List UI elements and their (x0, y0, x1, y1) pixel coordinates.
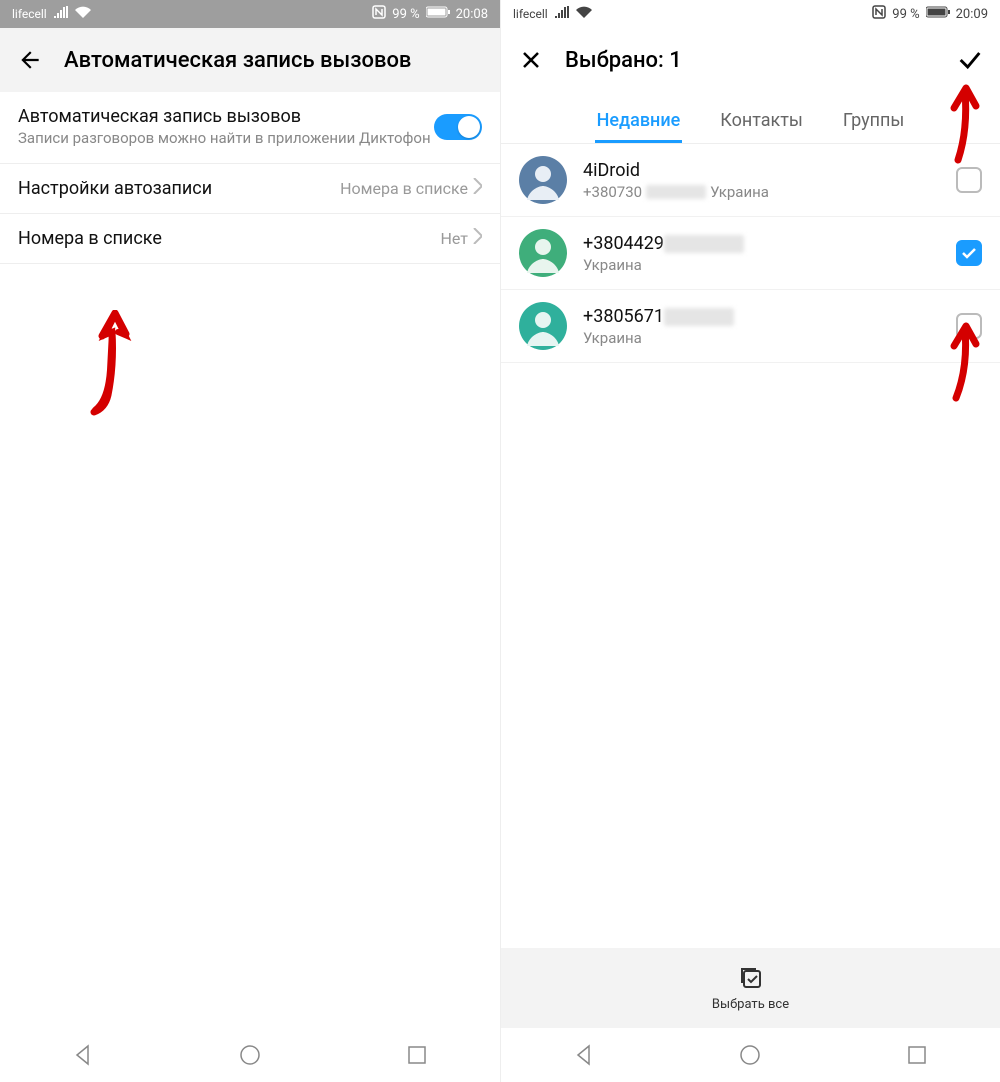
settings-list: Автоматическая запись вызовов Записи раз… (0, 92, 500, 264)
contact-name: 4iDroid (583, 160, 940, 181)
close-button[interactable] (515, 44, 547, 76)
nav-bar (501, 1028, 1000, 1082)
nfc-icon (872, 5, 886, 23)
contact-subtitle: Украина (583, 256, 940, 274)
nav-home-button[interactable] (230, 1035, 270, 1075)
contact-subtitle: +380730Украина (583, 183, 940, 201)
battery-pct-text: 99 % (892, 7, 919, 22)
chevron-right-icon (472, 178, 482, 198)
row-auto-record[interactable]: Автоматическая запись вызовов Записи раз… (0, 92, 500, 164)
contact-subtitle: Украина (583, 329, 940, 347)
contact-name: +3804429 (583, 233, 940, 254)
signal-icon (53, 6, 69, 22)
row-value: Номера в списке (340, 179, 468, 198)
wifi-icon (75, 6, 91, 22)
contact-item[interactable]: 4iDroid +380730Украина (501, 144, 1000, 217)
header: Автоматическая запись вызовов (0, 28, 500, 92)
contact-item[interactable]: +3804429 Украина (501, 217, 1000, 290)
row-title: Настройки автозаписи (18, 178, 340, 199)
toggle-auto-record[interactable] (434, 114, 482, 140)
row-subtitle: Записи разговоров можно найти в приложен… (18, 129, 434, 149)
row-title: Автоматическая запись вызовов (18, 106, 434, 127)
tab-groups[interactable]: Группы (841, 100, 907, 143)
checkbox[interactable] (956, 313, 982, 339)
nav-recent-button[interactable] (397, 1035, 437, 1075)
contact-name: +3805671 (583, 306, 940, 327)
page-title: Автоматическая запись вызовов (64, 48, 486, 73)
avatar (519, 156, 567, 204)
avatar (519, 302, 567, 350)
select-all-icon (738, 965, 764, 995)
blurred-text (664, 235, 744, 253)
nav-recent-button[interactable] (897, 1035, 937, 1075)
battery-icon (926, 6, 950, 22)
battery-icon (426, 6, 450, 22)
select-all-button[interactable]: Выбрать все (501, 948, 1000, 1028)
header: Выбрано: 1 (501, 28, 1000, 92)
nfc-icon (372, 5, 386, 23)
status-bar: lifecell 99 % 20:09 (501, 0, 1000, 28)
tab-contacts[interactable]: Контакты (718, 100, 805, 143)
select-all-label: Выбрать все (712, 997, 789, 1012)
contact-list: 4iDroid +380730Украина +3804429 (501, 144, 1000, 948)
nav-back-button[interactable] (63, 1035, 103, 1075)
blurred-text (646, 185, 706, 199)
page-title: Выбрано: 1 (565, 48, 954, 73)
carrier-text: lifecell (513, 7, 548, 21)
nav-back-button[interactable] (564, 1035, 604, 1075)
nav-bar (0, 1028, 500, 1082)
wifi-icon (576, 6, 592, 22)
row-numbers-list[interactable]: Номера в списке Нет (0, 214, 500, 264)
status-bar: lifecell 99 % 20:08 (0, 0, 500, 28)
tab-recent[interactable]: Недавние (595, 100, 683, 143)
confirm-button[interactable] (954, 44, 986, 76)
toggle-knob (458, 116, 480, 138)
signal-icon (554, 6, 570, 22)
clock-text: 20:09 (956, 7, 988, 22)
clock-text: 20:08 (456, 7, 488, 22)
blurred-text (664, 308, 734, 326)
nav-home-button[interactable] (730, 1035, 770, 1075)
screen-settings: lifecell 99 % 20:08 (0, 0, 500, 1082)
tabs: Недавние Контакты Группы (501, 92, 1000, 144)
contact-item[interactable]: +3805671 Украина (501, 290, 1000, 363)
chevron-right-icon (472, 228, 482, 248)
row-value: Нет (440, 229, 468, 248)
checkbox[interactable] (956, 167, 982, 193)
battery-pct-text: 99 % (392, 7, 419, 22)
screen-select-contacts: lifecell 99 % 20:09 (500, 0, 1000, 1082)
row-auto-settings[interactable]: Настройки автозаписи Номера в списке (0, 164, 500, 214)
checkbox[interactable] (956, 240, 982, 266)
avatar (519, 229, 567, 277)
row-title: Номера в списке (18, 228, 440, 249)
carrier-text: lifecell (12, 7, 47, 21)
back-button[interactable] (14, 44, 46, 76)
